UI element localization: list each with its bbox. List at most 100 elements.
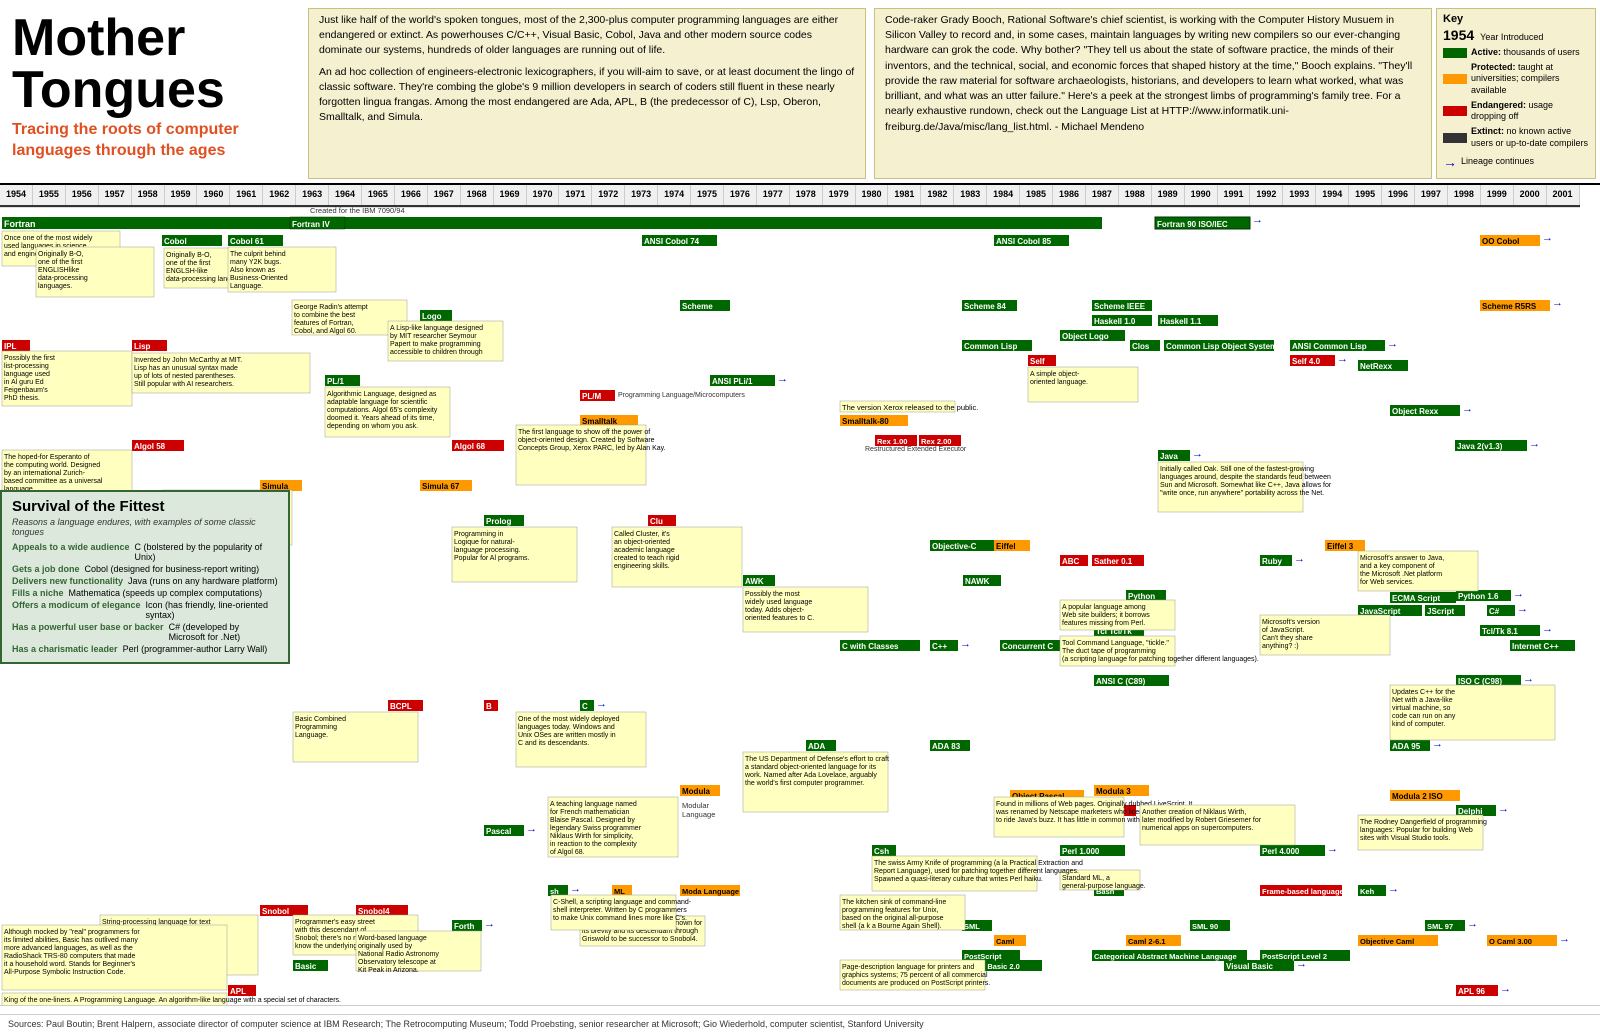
svg-text:oriented language.: oriented language. xyxy=(1030,379,1088,386)
svg-text:data-processing: data-processing xyxy=(38,275,88,282)
svg-text:AWK: AWK xyxy=(745,577,764,586)
svg-text:an object-oriented: an object-oriented xyxy=(614,539,670,546)
svg-text:numerical apps on supercompute: numerical apps on supercomputers. xyxy=(1142,825,1253,832)
year-label-1997: 1997 xyxy=(1415,185,1448,205)
svg-text:languages.: languages. xyxy=(38,283,72,290)
svg-text:by an international Zurich-: by an international Zurich- xyxy=(4,470,86,477)
svg-text:→: → xyxy=(596,698,607,710)
svg-text:Java 2(v1.3): Java 2(v1.3) xyxy=(1457,442,1503,451)
year-label-1999: 1999 xyxy=(1481,185,1514,205)
survival-row-label: Has a powerful user base or backer xyxy=(12,622,164,632)
svg-text:The US Department of Defense's: The US Department of Defense's effort to… xyxy=(745,756,889,763)
svg-text:Once one of the most widely: Once one of the most widely xyxy=(4,235,93,242)
intro-left: Just like half of the world's spoken ton… xyxy=(308,8,866,179)
key-active: Active: thousands of users xyxy=(1443,47,1589,59)
survival-rows: Appeals to a wide audienceC (bolstered b… xyxy=(12,542,278,654)
svg-text:Fortran: Fortran xyxy=(4,219,36,229)
svg-text:Ruby: Ruby xyxy=(1262,557,1283,566)
extinct-swatch xyxy=(1443,133,1467,143)
svg-text:sites with Visual Studio tools: sites with Visual Studio tools. xyxy=(1360,835,1450,842)
key-year: 1954 xyxy=(1443,27,1474,43)
survival-row-label: Has a charismatic leader xyxy=(12,644,118,654)
svg-text:for French mathematician: for French mathematician xyxy=(550,809,629,816)
year-label-1982: 1982 xyxy=(921,185,954,205)
year-label-1983: 1983 xyxy=(954,185,987,205)
svg-text:and a key component of: and a key component of xyxy=(1360,563,1435,570)
survival-row: Has a powerful user base or backerC# (de… xyxy=(12,622,278,642)
svg-text:ABC: ABC xyxy=(1062,557,1080,566)
svg-text:documents are produced on Post: documents are produced on PostScript pri… xyxy=(842,980,990,987)
svg-text:Scheme IEEE: Scheme IEEE xyxy=(1094,302,1146,311)
key-protected: Protected: taught at universities; compi… xyxy=(1443,62,1589,97)
survival-row: Has a charismatic leaderPerl (programmer… xyxy=(12,644,278,654)
svg-text:Haskell 1.1: Haskell 1.1 xyxy=(1160,317,1202,326)
year-label-1977: 1977 xyxy=(757,185,790,205)
svg-text:→: → xyxy=(1388,883,1399,895)
svg-text:Standard ML, a: Standard ML, a xyxy=(1062,875,1110,882)
svg-text:"write once, run anywhere" por: "write once, run anywhere" portability a… xyxy=(1160,490,1324,497)
svg-text:Tool Command Language, "tickle: Tool Command Language, "tickle." xyxy=(1062,640,1169,647)
svg-text:computations. Algol 65's compl: computations. Algol 65's complexity xyxy=(327,407,438,414)
svg-text:engineering skills.: engineering skills. xyxy=(614,563,670,570)
key-year-desc: Year Introduced xyxy=(1480,32,1543,42)
svg-text:Still popular with AI research: Still popular with AI researchers. xyxy=(134,381,234,388)
main-title: Mother Tongues xyxy=(12,12,296,116)
svg-text:Prolog: Prolog xyxy=(486,517,511,526)
svg-text:SML 97: SML 97 xyxy=(1427,922,1453,931)
svg-text:NetRexx: NetRexx xyxy=(1360,362,1393,371)
svg-text:ADA 83: ADA 83 xyxy=(932,742,961,751)
survival-row: Gets a job done Cobol (designed for busin… xyxy=(12,564,278,574)
svg-text:Web site builders; it borrows: Web site builders; it borrows xyxy=(1062,612,1150,619)
svg-text:based committee as a universal: based committee as a universal xyxy=(4,478,103,485)
svg-text:The Rodney Dangerfield of prog: The Rodney Dangerfield of programming xyxy=(1360,819,1487,826)
year-label-1986: 1986 xyxy=(1053,185,1086,205)
survival-box: Survival of the Fittest Reasons a langua… xyxy=(0,490,290,664)
intro-p1: Just like half of the world's spoken ton… xyxy=(319,13,855,59)
svg-text:PL/M: PL/M xyxy=(582,392,601,401)
year-label-1978: 1978 xyxy=(790,185,823,205)
year-label-1957: 1957 xyxy=(99,185,132,205)
svg-text:Keh: Keh xyxy=(1360,887,1375,896)
svg-text:C++: C++ xyxy=(932,642,947,651)
svg-text:object-oriented design. Create: object-oriented design. Created by Softw… xyxy=(518,437,655,444)
survival-row-text: Cobol (designed for business-report writ… xyxy=(85,564,260,574)
svg-text:Griswold to be successor to Sn: Griswold to be successor to Snobol4. xyxy=(582,936,698,943)
svg-text:ADA 95: ADA 95 xyxy=(1392,742,1421,751)
year-ruler: 1954195519561957195819591960196119621963… xyxy=(0,185,1580,207)
svg-text:Also known as: Also known as xyxy=(230,267,276,274)
svg-text:Can't they share: Can't they share xyxy=(1262,635,1313,642)
svg-text:kind of computer.: kind of computer. xyxy=(1392,721,1445,728)
svg-text:languages around, despite the: languages around, despite the standards … xyxy=(1160,474,1331,481)
svg-text:PostScript: PostScript xyxy=(964,952,1002,961)
svg-text:its limited abilities, Basic h: its limited abilities, Basic has outlive… xyxy=(4,937,138,944)
year-label-1962: 1962 xyxy=(263,185,296,205)
svg-text:Language.: Language. xyxy=(230,283,263,290)
year-label-1988: 1988 xyxy=(1119,185,1152,205)
svg-text:Language.: Language. xyxy=(295,732,328,739)
svg-text:Business-Oriented: Business-Oriented xyxy=(230,275,288,282)
svg-text:The version Xerox released to: The version Xerox released to the public… xyxy=(842,403,978,412)
svg-text:→: → xyxy=(1387,338,1398,350)
year-label-1989: 1989 xyxy=(1152,185,1185,205)
svg-text:National Radio Astronomy: National Radio Astronomy xyxy=(358,951,439,958)
svg-text:Smalltalk: Smalltalk xyxy=(582,417,618,426)
survival-row-label: Gets a job done xyxy=(12,564,80,574)
svg-text:Clos: Clos xyxy=(1132,342,1150,351)
svg-text:Snobol: Snobol xyxy=(262,907,289,916)
svg-text:ANSI C (C89): ANSI C (C89) xyxy=(1096,677,1146,686)
svg-text:Updates C++ for the: Updates C++ for the xyxy=(1392,689,1455,696)
svg-text:Algol 68: Algol 68 xyxy=(454,442,486,451)
year-label-1958: 1958 xyxy=(132,185,165,205)
svg-text:Originally B-O,: Originally B-O, xyxy=(38,251,84,258)
endangered-swatch xyxy=(1443,106,1467,116)
svg-text:originally used by: originally used by xyxy=(358,943,413,950)
year-label-1998: 1998 xyxy=(1448,185,1481,205)
survival-row: Fills a nicheMathematica (speeds up comp… xyxy=(12,588,278,598)
svg-text:Objective Caml: Objective Caml xyxy=(1360,937,1414,946)
svg-text:Algol 58: Algol 58 xyxy=(134,442,166,451)
svg-text:O Caml 3.00: O Caml 3.00 xyxy=(1489,937,1532,946)
svg-text:→: → xyxy=(1294,553,1305,565)
footer-text: Sources: Paul Boutin; Brent Halpern, ass… xyxy=(8,1019,924,1029)
svg-text:Frame-based language: Frame-based language xyxy=(1262,887,1344,896)
svg-text:Net with a Java-like: Net with a Java-like xyxy=(1392,697,1453,704)
